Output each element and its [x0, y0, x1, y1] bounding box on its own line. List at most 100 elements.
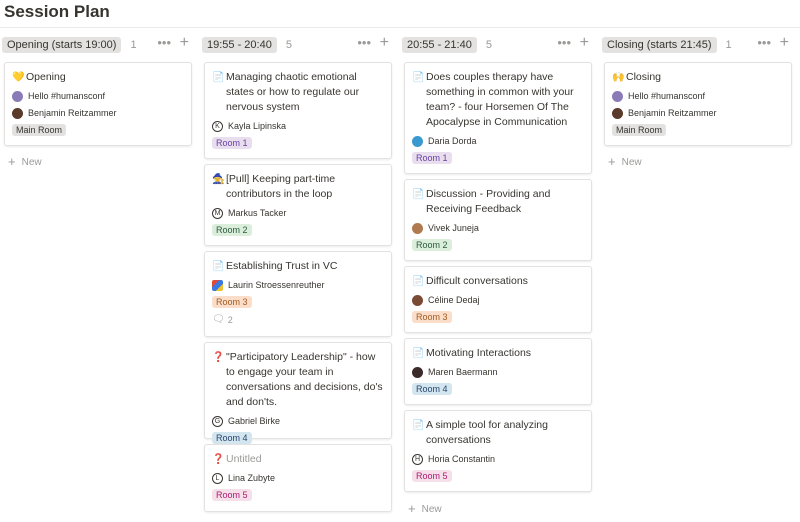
more-options-icon[interactable]: ••• [357, 36, 371, 50]
card[interactable]: 📄 Establishing Trust in VC Laurin Stroess… [204, 251, 392, 337]
question-icon: ❓ [212, 352, 225, 363]
document-icon: 📄 [412, 348, 425, 359]
person-name: Céline Dedaj [428, 295, 480, 305]
question-icon: ❓ [212, 454, 225, 465]
column-count: 5 [485, 39, 492, 51]
room-tag: Main Room [12, 124, 67, 136]
new-card-button[interactable]: + New [8, 155, 42, 168]
avatar [212, 279, 223, 291]
add-icon[interactable]: + [780, 34, 789, 52]
header-divider [0, 27, 800, 28]
more-options-icon[interactable]: ••• [157, 36, 171, 50]
comment-icon: 🗨 [212, 314, 225, 325]
comment-count[interactable]: 🗨 2 [212, 314, 384, 325]
person-name: Kayla Lipinska [228, 121, 287, 131]
person-name: Benjamin Reitzammer [628, 108, 717, 118]
add-icon[interactable]: + [580, 34, 589, 52]
card[interactable]: 💛 Opening Hello #humansconf Benjamin Reit… [4, 62, 192, 146]
person-name: Benjamin Reitzammer [28, 108, 117, 118]
room-tag: Room 2 [212, 224, 252, 236]
comment-number: 2 [227, 314, 233, 325]
room-tag: Room 5 [412, 470, 452, 482]
card-title: Establishing Trust in VC [226, 260, 338, 272]
room-tag: Room 3 [212, 296, 252, 308]
avatar: H [412, 453, 423, 465]
card-title: Untitled [226, 453, 262, 465]
avatar [12, 90, 23, 102]
avatar [612, 107, 623, 119]
column-closing: Closing (starts 21:45) 1 ••• + 🙌 Closing … [602, 34, 792, 168]
column-slot-2: 20:55 - 21:40 5 ••• + 📄 Does couples ther… [402, 34, 592, 515]
new-label: New [621, 156, 642, 168]
person-name: Hello #humansconf [628, 91, 706, 101]
person-name: Vivek Juneja [428, 223, 479, 233]
document-icon: 📄 [412, 72, 425, 83]
column-opening: Opening (starts 19:00) 1 ••• + 💛 Opening … [2, 34, 192, 168]
card[interactable]: 📄 Does couples therapy have something in … [404, 62, 592, 174]
room-tag: Room 1 [412, 152, 452, 164]
card-title: Discussion - Providing and Receiving Fee… [426, 188, 551, 215]
avatar [12, 107, 23, 119]
room-tag: Room 5 [212, 489, 252, 501]
new-label: New [21, 156, 42, 168]
add-icon[interactable]: + [180, 34, 189, 52]
column-title[interactable]: Closing (starts 21:45) [602, 37, 717, 53]
more-options-icon[interactable]: ••• [557, 36, 571, 50]
card[interactable]: 📄 A simple tool for analyzing conversatio… [404, 410, 592, 492]
avatar [412, 135, 423, 147]
card-title: Managing chaotic emotional states or how… [226, 71, 360, 113]
card[interactable]: ❓ Untitled L Lina Zubyte Room 5 [204, 444, 392, 512]
raised-hands-icon: 🙌 [612, 72, 625, 83]
avatar: K [212, 120, 223, 132]
room-tag: Room 4 [212, 432, 252, 444]
card[interactable]: 📄 Motivating Interactions Maren Baermann … [404, 338, 592, 405]
new-label: New [421, 503, 442, 515]
person-name: Horia Constantin [428, 454, 496, 464]
column-title[interactable]: 20:55 - 21:40 [402, 37, 477, 53]
room-tag: Room 1 [212, 137, 252, 149]
document-icon: 📄 [412, 420, 425, 431]
person-name: Markus Tacker [228, 208, 287, 218]
column-title[interactable]: 19:55 - 20:40 [202, 37, 277, 53]
card[interactable]: 🙌 Closing Hello #humansconf Benjamin Reit… [604, 62, 792, 146]
page-title: Session Plan [4, 2, 110, 21]
person-name: Gabriel Birke [228, 416, 281, 426]
column-count: 1 [130, 39, 137, 51]
room-tag: Main Room [612, 124, 667, 136]
card-title: Closing [626, 71, 662, 83]
board: Opening (starts 19:00) 1 ••• + 💛 Opening … [0, 34, 800, 522]
wizard-icon: 🧙 [212, 174, 225, 185]
document-icon: 📄 [412, 189, 425, 200]
card[interactable]: ❓ "Participatory Leadership" - how to eng… [204, 342, 392, 444]
column-header: Closing (starts 21:45) 1 ••• + [602, 34, 792, 54]
avatar [612, 90, 623, 102]
person-name: Hello #humansconf [28, 91, 106, 101]
heart-icon: 💛 [12, 72, 25, 83]
plus-icon: + [408, 501, 416, 516]
avatar [412, 222, 423, 234]
plus-icon: + [608, 154, 616, 169]
card[interactable]: 📄 Difficult conversations Céline Dedaj Ro… [404, 266, 592, 333]
add-icon[interactable]: + [380, 34, 389, 52]
room-tag: Room 3 [412, 311, 452, 323]
avatar: M [212, 207, 223, 219]
card-title: Opening [26, 71, 66, 83]
more-options-icon[interactable]: ••• [757, 36, 771, 50]
column-header: Opening (starts 19:00) 1 ••• + [2, 34, 192, 54]
person-name: Daria Dorda [428, 136, 477, 146]
card[interactable]: 📄 Discussion - Providing and Receiving Fe… [404, 179, 592, 261]
document-icon: 📄 [412, 276, 425, 287]
new-card-button[interactable]: + New [608, 154, 642, 169]
person-name: Lina Zubyte [228, 473, 276, 483]
column-count: 5 [285, 39, 292, 51]
document-icon: 📄 [212, 261, 225, 272]
column-title[interactable]: Opening (starts 19:00) [2, 37, 122, 53]
avatar [412, 294, 423, 306]
room-tag: Room 2 [412, 239, 452, 251]
card-title: A simple tool for analyzing conversation… [426, 419, 548, 446]
room-tag: Room 4 [412, 383, 452, 395]
card[interactable]: 🧙 [Pull] Keeping part-time contributors i… [204, 164, 392, 246]
column-header: 20:55 - 21:40 5 ••• + [402, 34, 592, 54]
card[interactable]: 📄 Managing chaotic emotional states or ho… [204, 62, 392, 159]
new-card-button[interactable]: + New [408, 501, 442, 516]
